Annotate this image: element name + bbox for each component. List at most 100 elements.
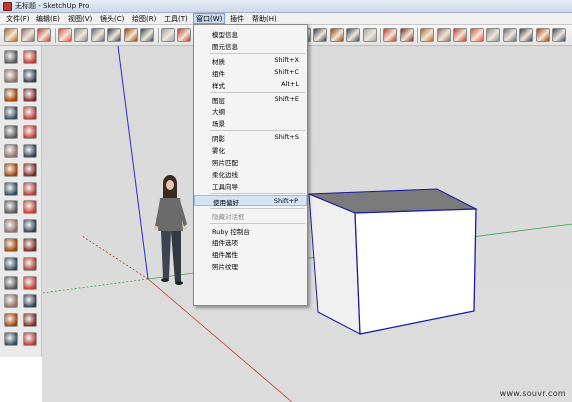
- toolbar-separator: [417, 28, 418, 43]
- cut-icon[interactable]: [37, 28, 51, 42]
- window-menu-item[interactable]: Ruby 控制台: [194, 225, 307, 236]
- print-icon[interactable]: [140, 28, 154, 42]
- undo-icon[interactable]: [107, 28, 121, 42]
- window-menu-item[interactable]: 场景: [194, 117, 307, 128]
- window-menu-dropdown: 模型信息图元信息材质 Shift+X 组件 Shift+C 样式 Alt+L 图层 Shift…: [193, 24, 308, 306]
- pan-icon[interactable]: [436, 28, 451, 42]
- zoom-extents-icon[interactable]: [4, 294, 18, 309]
- zoom-icon[interactable]: [4, 275, 18, 290]
- toolbar-separator: [157, 28, 159, 43]
- orbit-icon[interactable]: [4, 256, 18, 271]
- menu-file[interactable]: 文件(F): [4, 14, 32, 24]
- line-icon[interactable]: [23, 87, 37, 102]
- walk-icon[interactable]: [23, 313, 37, 328]
- polygon-icon[interactable]: [4, 125, 18, 140]
- zoom-window-icon[interactable]: [23, 275, 37, 290]
- section-cut-icon[interactable]: [399, 28, 414, 42]
- window-menu-item[interactable]: 照片匹配: [194, 156, 307, 167]
- textured-icon[interactable]: [346, 28, 360, 42]
- menu-view[interactable]: 视图(V): [66, 14, 94, 24]
- open-icon[interactable]: [20, 28, 35, 42]
- menu-help[interactable]: 帮助(H): [250, 14, 279, 24]
- menu-plugins[interactable]: 插件: [228, 14, 246, 24]
- menu-item-label: 模型信息: [212, 31, 238, 39]
- look-around-icon[interactable]: [552, 28, 566, 42]
- axes-icon[interactable]: [4, 238, 18, 252]
- push-pull-icon[interactable]: [23, 144, 37, 158]
- rotate-icon[interactable]: [4, 162, 18, 177]
- zoom-icon[interactable]: [453, 28, 467, 42]
- previous-view-icon[interactable]: [23, 294, 37, 309]
- pan-icon[interactable]: [23, 256, 37, 271]
- watermark-text: www.souvr.com: [499, 389, 566, 398]
- rectangle-icon[interactable]: [4, 87, 18, 102]
- next-icon[interactable]: [519, 28, 533, 42]
- menu-draw[interactable]: 绘图(R): [130, 14, 158, 24]
- paste-icon[interactable]: [74, 28, 88, 42]
- window-menu-item[interactable]: 柔化边线: [194, 168, 307, 179]
- erase-icon[interactable]: [90, 28, 105, 42]
- window-menu-item[interactable]: 样式 Alt+L: [194, 79, 307, 90]
- window-menu-item[interactable]: 组件选项: [194, 236, 307, 247]
- model-info-icon[interactable]: [160, 28, 175, 42]
- previous-icon[interactable]: [502, 28, 517, 42]
- arc-icon[interactable]: [23, 106, 37, 121]
- text-icon[interactable]: [23, 219, 37, 234]
- sketchup-icon: [3, 2, 12, 11]
- look-around-icon[interactable]: [4, 332, 18, 346]
- window-menu-item[interactable]: 模型信息: [194, 28, 307, 39]
- 3d-text-icon[interactable]: [23, 238, 37, 252]
- circle-icon[interactable]: [4, 106, 18, 121]
- window-menu-item[interactable]: 工具向导: [194, 180, 307, 191]
- menu-edit[interactable]: 编辑(E): [34, 14, 62, 24]
- protractor-icon[interactable]: [4, 219, 18, 234]
- zoom-extents-icon[interactable]: [486, 28, 500, 42]
- menu-item-label: 图层: [212, 96, 225, 105]
- iso-view-icon[interactable]: [177, 28, 191, 42]
- new-icon[interactable]: [4, 28, 18, 42]
- section-plane-icon[interactable]: [23, 332, 37, 346]
- position-camera-icon[interactable]: [4, 313, 18, 328]
- window-menu-item[interactable]: 雾化: [194, 144, 307, 155]
- window-menu-item[interactable]: 材质 Shift+X: [194, 55, 307, 66]
- menu-tools[interactable]: 工具(T): [162, 14, 190, 24]
- menu-item-label: 隐藏对话框: [212, 212, 245, 221]
- menu-item-label: 图元信息: [212, 42, 238, 51]
- menu-window[interactable]: 窗口(W): [193, 13, 226, 24]
- copy-icon[interactable]: [57, 28, 72, 42]
- hidden-line-icon[interactable]: [313, 28, 327, 42]
- window-menu-item[interactable]: 组件 Shift+C: [194, 67, 307, 78]
- offset-icon[interactable]: [23, 181, 37, 196]
- window-menu-item[interactable]: 使用偏好 Shift+P: [194, 194, 307, 207]
- dimension-icon[interactable]: [23, 200, 37, 215]
- section-plane-icon[interactable]: [383, 28, 397, 42]
- walk-icon[interactable]: [535, 28, 550, 42]
- orbit-icon[interactable]: [420, 28, 434, 42]
- person-figure[interactable]: [154, 175, 187, 285]
- menu-camera[interactable]: 镜头(C): [98, 14, 126, 24]
- move-icon[interactable]: [4, 144, 18, 158]
- freehand-icon[interactable]: [23, 125, 37, 140]
- menu-item-label: 阴影: [212, 135, 225, 144]
- menu-item-label: 材质: [212, 57, 225, 66]
- follow-me-icon[interactable]: [23, 162, 37, 177]
- redo-icon[interactable]: [123, 28, 138, 42]
- window-menu-item[interactable]: 组件属性: [194, 248, 307, 259]
- box-model[interactable]: [308, 188, 478, 335]
- window-menu-item[interactable]: 大纲: [194, 105, 307, 116]
- window-menu-item[interactable]: 阴影 Shift+S: [194, 132, 307, 143]
- monochrome-icon[interactable]: [362, 28, 377, 42]
- window-menu-item[interactable]: 图层 Shift+E: [194, 94, 307, 105]
- window-menu-item[interactable]: 图元信息: [194, 40, 307, 51]
- menu-divider: [210, 222, 305, 224]
- window-menu-item[interactable]: 照片纹理: [194, 260, 307, 271]
- make-component-icon[interactable]: [23, 68, 37, 83]
- scale-icon[interactable]: [4, 181, 18, 196]
- eraser-icon[interactable]: [23, 50, 37, 64]
- paint-bucket-icon[interactable]: [4, 68, 18, 83]
- menu-divider: [210, 207, 305, 209]
- tape-measure-icon[interactable]: [4, 200, 18, 215]
- select-icon[interactable]: [4, 50, 18, 64]
- shaded-icon[interactable]: [329, 28, 344, 42]
- zoom-window-icon[interactable]: [469, 28, 484, 42]
